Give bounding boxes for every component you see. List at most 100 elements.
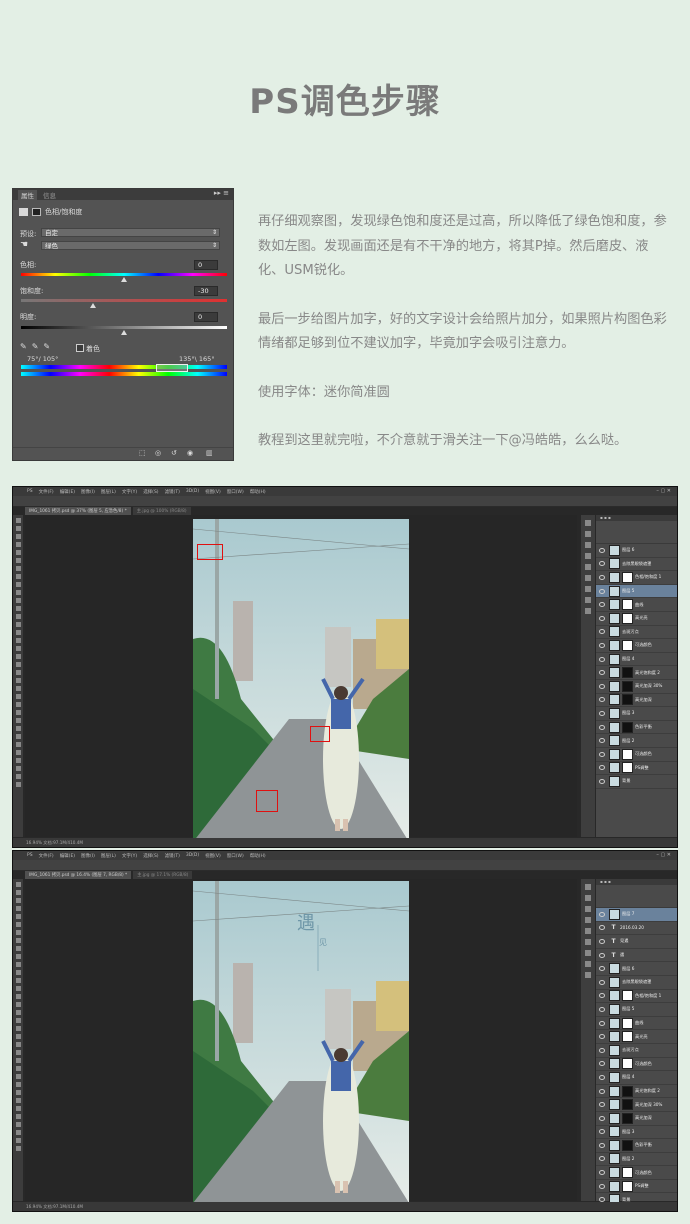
layer-row[interactable]: 色相/饱和度 1 <box>596 990 677 1004</box>
tool-icon[interactable] <box>15 638 21 643</box>
layer-row[interactable]: 可选颜色 <box>596 748 677 762</box>
tool-icon[interactable] <box>15 1114 21 1119</box>
menu-item[interactable]: 视图(V) <box>205 489 221 495</box>
menu-item[interactable]: 3D(D) <box>186 489 199 495</box>
layer-row[interactable]: 图层 6 <box>596 962 677 976</box>
menu-item[interactable]: 滤镜(T) <box>165 853 180 859</box>
saturation-slider-thumb[interactable] <box>90 303 97 308</box>
layer-row[interactable]: 图层 6 <box>596 544 677 558</box>
layer-row[interactable]: 高光饱和度 2 <box>596 666 677 680</box>
menu-item[interactable]: 图层(L) <box>101 853 116 859</box>
layer-visibility-eye-icon[interactable] <box>599 697 605 703</box>
hue-slider-track[interactable] <box>21 273 227 276</box>
tool-icon[interactable] <box>15 654 21 659</box>
tool-icon[interactable] <box>15 1026 21 1031</box>
panel-dock-icon[interactable] <box>585 950 591 956</box>
tool-icon[interactable] <box>15 646 21 651</box>
tool-icon[interactable] <box>15 1146 21 1151</box>
layer-visibility-eye-icon[interactable] <box>599 1183 605 1189</box>
lightness-input[interactable]: 0 <box>194 312 218 322</box>
panel-menu-icon[interactable]: ▸▸ ≡ <box>214 189 229 197</box>
hue-slider-thumb[interactable] <box>121 277 127 282</box>
window-controls-icon[interactable]: – ▢ ✕ <box>656 488 671 494</box>
layer-visibility-eye-icon[interactable] <box>599 683 605 689</box>
tool-icon[interactable] <box>15 986 21 991</box>
tool-icon[interactable] <box>15 686 21 691</box>
tool-icon[interactable] <box>15 1050 21 1055</box>
tool-icon[interactable] <box>15 694 21 699</box>
layer-visibility-eye-icon[interactable] <box>599 1156 605 1162</box>
tool-icon[interactable] <box>15 614 21 619</box>
panel-dock-icon[interactable] <box>585 564 591 570</box>
tool-icon[interactable] <box>15 1042 21 1047</box>
layer-visibility-eye-icon[interactable] <box>599 1129 605 1135</box>
menu-item[interactable]: 编辑(E) <box>60 489 75 495</box>
layer-visibility-eye-icon[interactable] <box>599 724 605 730</box>
layer-visibility-eye-icon[interactable] <box>599 670 605 676</box>
document-tab[interactable]: 主.jpg @ 17.1% (RGB/8) <box>133 871 193 879</box>
canvas-area[interactable] <box>25 515 577 842</box>
tool-icon[interactable] <box>15 1074 21 1079</box>
panel-dock-icon[interactable] <box>585 575 591 581</box>
layer-row[interactable]: 背景 <box>596 775 677 789</box>
layer-row[interactable]: 色相/饱和度 1 <box>596 571 677 585</box>
visibility-eye-icon[interactable]: ◉ <box>187 450 195 457</box>
tool-icon[interactable] <box>15 994 21 999</box>
tool-icon[interactable] <box>15 782 21 787</box>
tool-icon[interactable] <box>15 922 21 927</box>
saturation-input[interactable]: -30 <box>194 286 218 296</box>
panel-dock-icon[interactable] <box>585 884 591 890</box>
layer-visibility-eye-icon[interactable] <box>599 1142 605 1148</box>
menu-item[interactable]: 编辑(E) <box>60 853 75 859</box>
layer-row[interactable]: 图层 5 <box>596 1003 677 1017</box>
tool-icon[interactable] <box>15 962 21 967</box>
layer-row[interactable]: 色彩平衡 <box>596 721 677 735</box>
tool-icon[interactable] <box>15 946 21 951</box>
on-image-adjust-hand-icon[interactable]: ☚ <box>20 240 28 250</box>
menu-item[interactable]: 视图(V) <box>205 853 221 859</box>
tool-icon[interactable] <box>15 598 21 603</box>
tool-icon[interactable] <box>15 550 21 555</box>
tool-icon[interactable] <box>15 938 21 943</box>
view-previous-icon[interactable]: ◎ <box>155 450 163 457</box>
panel-dock-icon[interactable] <box>585 597 591 603</box>
panel-dock-icon[interactable] <box>585 586 591 592</box>
layer-row[interactable]: 可选颜色 <box>596 1166 677 1180</box>
layer-row[interactable]: 图层 3 <box>596 707 677 721</box>
tool-icon[interactable] <box>15 954 21 959</box>
panel-dock-icon[interactable] <box>585 906 591 912</box>
color-range-selector[interactable] <box>156 364 188 372</box>
tool-icon[interactable] <box>15 1122 21 1127</box>
tool-icon[interactable] <box>15 518 21 523</box>
layer-row[interactable]: 去除黑眼袋遮罩 <box>596 558 677 572</box>
tool-icon[interactable] <box>15 1058 21 1063</box>
menu-item[interactable]: 窗口(W) <box>227 489 244 495</box>
layer-visibility-eye-icon[interactable] <box>599 629 605 635</box>
layer-row[interactable]: 图层 2 <box>596 1153 677 1167</box>
tool-icon[interactable] <box>15 710 21 715</box>
menu-item[interactable]: PS <box>27 489 33 495</box>
lightness-slider-track[interactable] <box>21 326 227 329</box>
tool-icon[interactable] <box>15 534 21 539</box>
tool-icon[interactable] <box>15 1130 21 1135</box>
layer-visibility-eye-icon[interactable] <box>599 993 605 999</box>
document-tab[interactable]: 主.jpg @ 100% (RGB/8) <box>132 507 191 515</box>
layer-row[interactable]: 高光加深 30% <box>596 1098 677 1112</box>
tool-icon[interactable] <box>15 558 21 563</box>
layer-visibility-eye-icon[interactable] <box>599 547 605 553</box>
lightness-slider-thumb[interactable] <box>121 330 127 335</box>
layer-row[interactable]: T 2016.03.20 <box>596 922 677 936</box>
panel-dock-icon[interactable] <box>585 553 591 559</box>
layer-row[interactable]: PS调整 <box>596 762 677 776</box>
tool-icon[interactable] <box>15 566 21 571</box>
tool-icon[interactable] <box>15 670 21 675</box>
menu-item[interactable]: 3D(D) <box>186 853 199 859</box>
tool-icon[interactable] <box>15 906 21 911</box>
tool-icon[interactable] <box>15 970 21 975</box>
menu-item[interactable]: 文字(Y) <box>122 853 137 859</box>
tool-icon[interactable] <box>15 742 21 747</box>
layers-panel-controls[interactable] <box>596 885 677 908</box>
tool-icon[interactable] <box>15 726 21 731</box>
menu-item[interactable]: 文件(F) <box>39 489 54 495</box>
layer-visibility-eye-icon[interactable] <box>599 602 605 608</box>
